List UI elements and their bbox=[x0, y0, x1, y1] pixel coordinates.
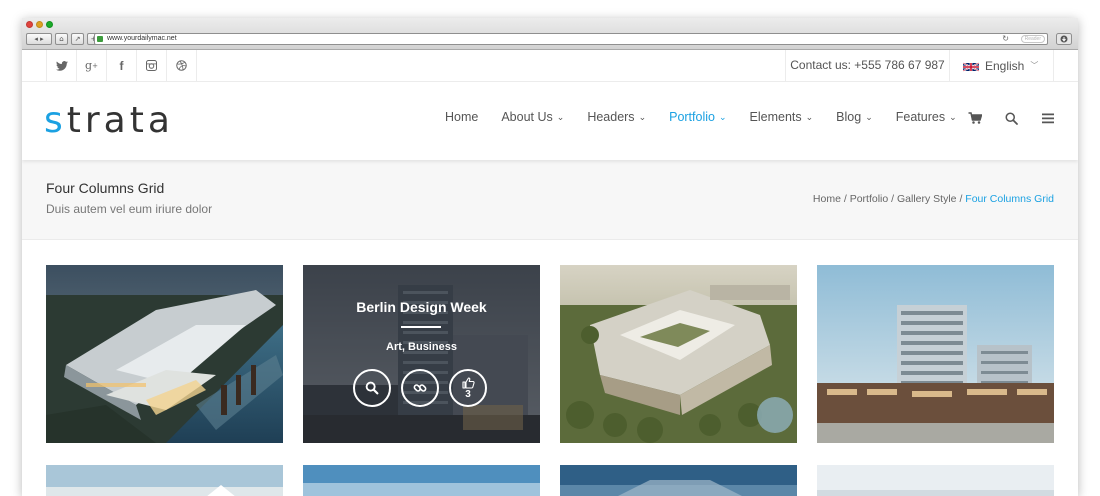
logo-text: trata bbox=[66, 100, 174, 141]
reload-icon[interactable]: ↻ bbox=[1002, 34, 1009, 44]
portfolio-item[interactable] bbox=[303, 465, 540, 496]
nav-item-about-us[interactable]: About Us ⌄ bbox=[501, 110, 564, 124]
portfolio-item-categories: Art, Business bbox=[386, 341, 457, 353]
chevron-down-icon: ﹀ bbox=[1030, 61, 1039, 70]
nav-item-features[interactable]: Features ⌄ bbox=[896, 110, 957, 124]
search-icon[interactable] bbox=[1005, 112, 1018, 125]
portfolio-item[interactable] bbox=[46, 465, 283, 496]
search-icon bbox=[365, 381, 379, 395]
link-button[interactable] bbox=[401, 369, 439, 407]
browser-window: ◂ ▸ ⌂ ↗ + www.yourdailymac.net ↻ Reader bbox=[22, 18, 1078, 496]
nav-item-label: Features bbox=[895, 110, 946, 124]
back-forward-button[interactable]: ◂ ▸ bbox=[26, 33, 52, 45]
portfolio-item[interactable] bbox=[560, 265, 797, 443]
screenshot-stage: ◂ ▸ ⌂ ↗ + www.yourdailymac.net ↻ Reader bbox=[0, 0, 1100, 496]
portfolio-image bbox=[560, 465, 797, 496]
portfolio-item[interactable] bbox=[560, 465, 797, 496]
portfolio-item-hovered[interactable]: Berlin Design Week Art, Business 3 bbox=[303, 265, 540, 443]
nav-item-label: Blog bbox=[836, 110, 862, 124]
instagram-icon[interactable] bbox=[137, 50, 167, 81]
language-label: English bbox=[985, 58, 1025, 73]
close-window-button[interactable] bbox=[26, 21, 33, 28]
nav-item-label: Headers bbox=[587, 110, 635, 124]
portfolio-image bbox=[46, 265, 283, 443]
google-plus-icon[interactable]: g + bbox=[77, 50, 107, 81]
portfolio-image bbox=[46, 465, 283, 496]
main-navigation: Home About Us ⌄ Headers ⌄ Portfolio ⌄ Elements ⌄… bbox=[445, 110, 980, 124]
breadcrumb: Home / Portfolio / Gallery Style / Four … bbox=[812, 193, 1054, 205]
zoom-button[interactable] bbox=[353, 369, 391, 407]
nav-item-blog[interactable]: Blog ⌄ bbox=[836, 110, 873, 124]
cart-icon[interactable] bbox=[968, 112, 982, 124]
chevron-down-icon: ⌄ bbox=[718, 111, 727, 122]
site-header: strata Home About Us ⌄ Headers ⌄ Portfolio ⌄ El… bbox=[22, 82, 1078, 160]
portfolio-item[interactable] bbox=[817, 465, 1054, 496]
nav-item-label: Elements bbox=[749, 110, 802, 124]
nav-item-home[interactable]: Home bbox=[445, 110, 478, 124]
social-links: g + f bbox=[46, 50, 197, 81]
language-selector[interactable]: English ﹀ bbox=[950, 50, 1054, 81]
portfolio-actions: 3 bbox=[353, 369, 487, 407]
portfolio-item[interactable] bbox=[46, 265, 283, 443]
downloads-icon[interactable] bbox=[1056, 33, 1072, 45]
browser-toolbar: ◂ ▸ ⌂ ↗ + www.yourdailymac.net ↻ Reader bbox=[22, 18, 1078, 50]
nav-item-label: Portfolio bbox=[669, 110, 715, 124]
nav-item-portfolio[interactable]: Portfolio ⌄ bbox=[669, 110, 726, 124]
chevron-down-icon: ⌄ bbox=[949, 111, 957, 122]
reader-button[interactable]: Reader bbox=[1020, 35, 1045, 43]
like-count: 3 bbox=[465, 388, 471, 400]
breadcrumb-current: Four Columns Grid bbox=[965, 193, 1054, 205]
chevron-down-icon: ⌄ bbox=[638, 111, 647, 122]
portfolio-item-title[interactable]: Berlin Design Week bbox=[303, 299, 540, 315]
portfolio-image bbox=[560, 265, 797, 443]
page-subtitle: Duis autem vel eum iriure dolor bbox=[46, 202, 213, 216]
url-text: www.yourdailymac.net bbox=[107, 35, 177, 42]
zoom-window-button[interactable] bbox=[46, 21, 53, 28]
breadcrumb-gallery-style[interactable]: Gallery Style bbox=[897, 193, 957, 205]
menu-icon[interactable] bbox=[1042, 113, 1054, 124]
site-logo[interactable]: strata bbox=[44, 100, 174, 141]
share-icon[interactable]: ↗ bbox=[71, 33, 84, 45]
address-bar[interactable]: www.yourdailymac.net ↻ Reader bbox=[94, 33, 1048, 45]
chevron-down-icon: ⌄ bbox=[556, 111, 565, 122]
breadcrumb-portfolio[interactable]: Portfolio bbox=[850, 193, 889, 205]
thumbs-up-icon bbox=[461, 376, 475, 389]
title-divider bbox=[401, 326, 441, 328]
browser-nav-buttons: ◂ ▸ ⌂ ↗ + bbox=[26, 33, 100, 45]
favicon-icon bbox=[97, 36, 103, 42]
portfolio-image bbox=[817, 265, 1054, 443]
contact-info: Contact us: +555 786 67 987 bbox=[785, 50, 950, 81]
portfolio-hover-overlay: Berlin Design Week Art, Business 3 bbox=[303, 265, 540, 443]
chevron-down-icon: ⌄ bbox=[865, 111, 873, 122]
twitter-icon[interactable] bbox=[47, 50, 77, 81]
nav-item-label: Home bbox=[445, 110, 479, 124]
uk-flag-icon bbox=[962, 61, 980, 72]
chevron-down-icon: ⌄ bbox=[805, 111, 814, 122]
nav-item-headers[interactable]: Headers ⌄ bbox=[587, 110, 646, 124]
nav-item-elements[interactable]: Elements ⌄ bbox=[750, 110, 814, 124]
minimize-window-button[interactable] bbox=[36, 21, 43, 28]
breadcrumb-home[interactable]: Home bbox=[813, 193, 841, 205]
dribbble-icon[interactable] bbox=[167, 50, 197, 81]
page-title: Four Columns Grid bbox=[46, 180, 165, 196]
logo-accent-letter: s bbox=[44, 100, 67, 141]
link-icon bbox=[413, 384, 427, 392]
home-icon[interactable]: ⌂ bbox=[55, 33, 68, 45]
top-bar: g + f Contact us: +555 786 67 987 Englis… bbox=[22, 50, 1078, 82]
window-controls bbox=[26, 21, 53, 28]
portfolio-image bbox=[817, 465, 1054, 496]
facebook-icon[interactable]: f bbox=[107, 50, 137, 81]
nav-item-label: About Us bbox=[501, 110, 553, 124]
like-button[interactable]: 3 bbox=[449, 369, 487, 407]
page-title-bar: Four Columns Grid Duis autem vel eum iri… bbox=[22, 160, 1078, 240]
portfolio-image bbox=[303, 465, 540, 496]
portfolio-item[interactable] bbox=[817, 265, 1054, 443]
